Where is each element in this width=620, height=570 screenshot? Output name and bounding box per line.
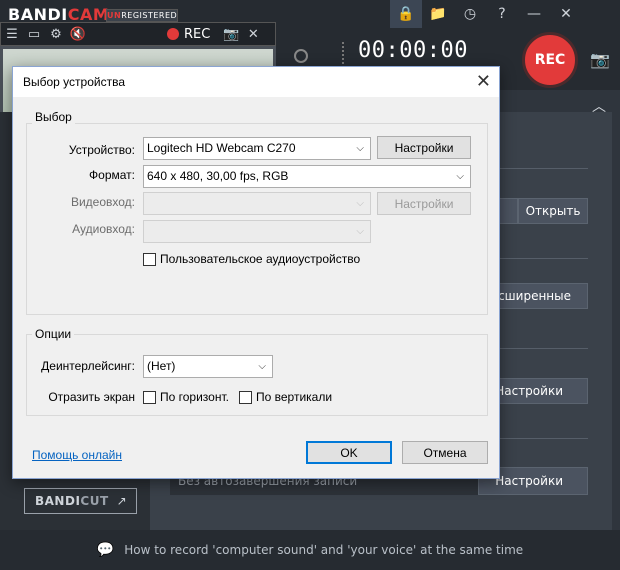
checkbox-box — [143, 390, 156, 404]
deinterlace-label: Деинтерлейсинг: — [41, 359, 135, 373]
bandicut-button[interactable]: BANDI CUT ↗ — [24, 488, 137, 514]
help-online-link[interactable]: Помощь онлайн — [32, 448, 122, 462]
mirror-horizontal-label: По горизонт. — [160, 390, 229, 404]
title-toolbar: 🔒 📁 ◷ ? — ✕ — [390, 0, 582, 28]
mute-icon[interactable]: 🔇 — [67, 23, 89, 45]
record-timer: 00:00:00 — [358, 38, 468, 63]
selection-group-title: Выбор — [32, 110, 75, 124]
screenshot-camera-icon[interactable]: 📷 — [590, 50, 610, 69]
toolbar-rec-label: REC — [184, 26, 211, 42]
chevron-down-icon: ⌵ — [456, 171, 464, 182]
checkbox-box — [239, 390, 252, 404]
minimize-icon[interactable]: — — [518, 0, 550, 28]
audio-input-combo[interactable]: ⌵ — [143, 220, 371, 243]
unregistered-badge[interactable]: UNREGISTERED — [106, 9, 178, 22]
camera-icon[interactable]: 📷 — [220, 23, 242, 45]
mirror-label: Отразить экран — [48, 390, 135, 404]
external-link-icon: ↗ — [116, 494, 128, 508]
video-input-combo[interactable]: ⌵ — [143, 192, 371, 215]
chevron-down-icon: ⌵ — [356, 226, 364, 237]
format-label: Формат: — [89, 168, 135, 182]
custom-audio-label: Пользовательское аудиоустройство — [160, 252, 361, 266]
menu-icon[interactable]: ☰ — [1, 23, 23, 45]
video-input-label: Видеовход: — [70, 195, 135, 209]
deinterlace-value: (Нет) — [147, 359, 176, 373]
footer-tip[interactable]: 💬 How to record 'computer sound' and 'yo… — [0, 530, 620, 570]
gear-icon[interactable]: ⚙ — [45, 23, 67, 45]
record-toolbar: ☰ ▭ ⚙ 🔇 REC 📷 ✕ — [0, 22, 276, 46]
badge-accent: UN — [107, 11, 122, 20]
device-settings-button[interactable]: Настройки — [377, 136, 471, 159]
chat-icon: 💬 — [96, 542, 115, 558]
format-value: 640 x 480, 30,00 fps, RGB — [147, 169, 289, 183]
bandicut-accent: CUT — [80, 494, 109, 508]
deinterlace-combo[interactable]: (Нет) ⌵ — [143, 355, 273, 378]
badge-text: REGISTERED — [121, 11, 178, 20]
cancel-button[interactable]: Отмена — [402, 441, 488, 464]
dialog-close-icon[interactable]: ✕ — [476, 71, 491, 91]
video-input-settings-button[interactable]: Настройки — [377, 192, 471, 215]
bandicut-text: BANDI — [35, 494, 81, 508]
audio-input-label: Аудиовход: — [72, 222, 135, 236]
close-preview-icon[interactable]: ✕ — [242, 23, 264, 45]
footer-tip-text: How to record 'computer sound' and 'your… — [124, 543, 524, 557]
options-group-title: Опции — [32, 327, 75, 341]
chevron-down-icon: ⌵ — [356, 198, 364, 209]
clock-icon[interactable]: ◷ — [454, 0, 486, 28]
toolbar-rec-button[interactable]: REC — [167, 27, 210, 42]
mirror-vertical-checkbox[interactable]: По вертикали — [239, 390, 332, 404]
rec-dot-icon — [167, 28, 179, 40]
help-icon[interactable]: ? — [486, 0, 518, 28]
close-icon[interactable]: ✕ — [550, 0, 582, 28]
format-combo[interactable]: 640 x 480, 30,00 fps, RGB ⌵ — [143, 165, 471, 188]
window-icon[interactable]: ▭ — [23, 23, 45, 45]
open-button[interactable]: Открыть — [518, 198, 588, 224]
lock-icon[interactable]: 🔒 — [390, 0, 422, 28]
mirror-vertical-label: По вертикали — [256, 390, 333, 404]
ok-button[interactable]: OK — [306, 441, 392, 464]
checkbox-box — [143, 252, 156, 266]
chevron-down-icon: ⌵ — [356, 143, 364, 154]
record-indicator-icon — [294, 49, 308, 63]
folder-icon[interactable]: 📁 — [422, 0, 454, 28]
main-rec-button[interactable]: REC — [522, 32, 578, 88]
device-value: Logitech HD Webcam C270 — [147, 141, 296, 155]
device-selection-dialog: Выбор устройства ✕ Выбор Устройство: Log… — [12, 66, 500, 479]
dialog-title: Выбор устройства — [23, 75, 126, 89]
mirror-horizontal-checkbox[interactable]: По горизонт. — [143, 390, 229, 404]
device-combo[interactable]: Logitech HD Webcam C270 ⌵ — [143, 137, 371, 160]
chevron-down-icon: ⌵ — [258, 361, 266, 372]
device-label: Устройство: — [68, 143, 135, 157]
dialog-title-bar: Выбор устройства ✕ — [13, 67, 499, 97]
custom-audio-checkbox[interactable]: Пользовательское аудиоустройство — [143, 252, 360, 266]
